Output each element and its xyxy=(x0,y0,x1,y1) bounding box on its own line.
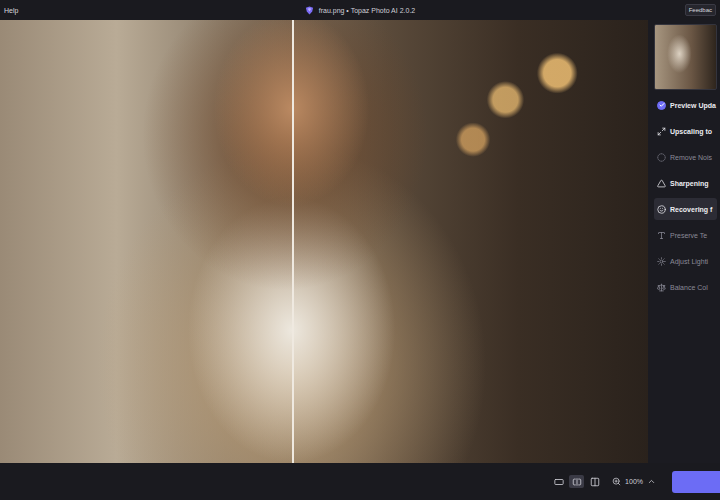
view-mode-button[interactable] xyxy=(587,475,602,488)
preview-toggle[interactable]: Preview Upda xyxy=(654,94,717,116)
window-title: frau.png • Topaz Photo AI 2.0.2 xyxy=(305,6,416,15)
split-view-icon xyxy=(572,477,582,487)
menu-item[interactable]: Help xyxy=(4,7,18,14)
workspace: Preview Upda Upscaling to Remove Nois Sharp… xyxy=(0,20,720,463)
export-button[interactable] xyxy=(672,471,720,493)
sidebar-item[interactable]: Recovering f xyxy=(654,198,717,220)
upscale-arrows-icon xyxy=(657,127,666,136)
sharpen-triangle-icon xyxy=(657,179,666,188)
view-mode-button[interactable] xyxy=(569,475,584,488)
sidebar-item[interactable]: Preserve Te xyxy=(654,224,717,246)
sidebar-item[interactable]: Upscaling to xyxy=(654,120,717,142)
text-icon xyxy=(657,231,666,240)
compare-divider[interactable] xyxy=(292,20,294,463)
photo-preview xyxy=(0,20,648,463)
chevron-up-icon xyxy=(647,477,656,486)
balance-scale-icon xyxy=(657,283,666,292)
navigator-thumbnail[interactable] xyxy=(654,24,717,90)
bottom-toolbar: 100% xyxy=(0,463,720,500)
sidebar-item[interactable]: Sharpening xyxy=(654,172,717,194)
title-bar: Help frau.png • Topaz Photo AI 2.0.2 Feedb… xyxy=(0,0,720,20)
title-text: frau.png • Topaz Photo AI 2.0.2 xyxy=(319,7,416,14)
face-icon xyxy=(657,205,666,214)
zoom-control[interactable]: 100% xyxy=(612,477,656,486)
single-view-icon xyxy=(554,477,564,487)
app-window: Help frau.png • Topaz Photo AI 2.0.2 Feedb… xyxy=(0,0,720,500)
view-mode-button[interactable] xyxy=(551,475,566,488)
sidebar: Preview Upda Upscaling to Remove Nois Sharp… xyxy=(648,20,720,463)
menu-bar: Help xyxy=(4,7,305,14)
feedback-button[interactable]: Feedbac xyxy=(685,4,716,16)
sidebar-item[interactable]: Balance Col xyxy=(654,276,717,298)
zoom-reading: 100% xyxy=(625,478,643,485)
topaz-logo-icon xyxy=(305,6,314,15)
noise-icon xyxy=(657,153,666,162)
light-sun-icon xyxy=(657,257,666,266)
zoom-icon xyxy=(612,477,621,486)
check-icon xyxy=(657,101,666,110)
view-mode-group xyxy=(551,475,602,488)
side-by-side-icon xyxy=(590,477,600,487)
sidebar-item[interactable]: Remove Nois xyxy=(654,146,717,168)
sidebar-item[interactable]: Adjust Lighti xyxy=(654,250,717,272)
